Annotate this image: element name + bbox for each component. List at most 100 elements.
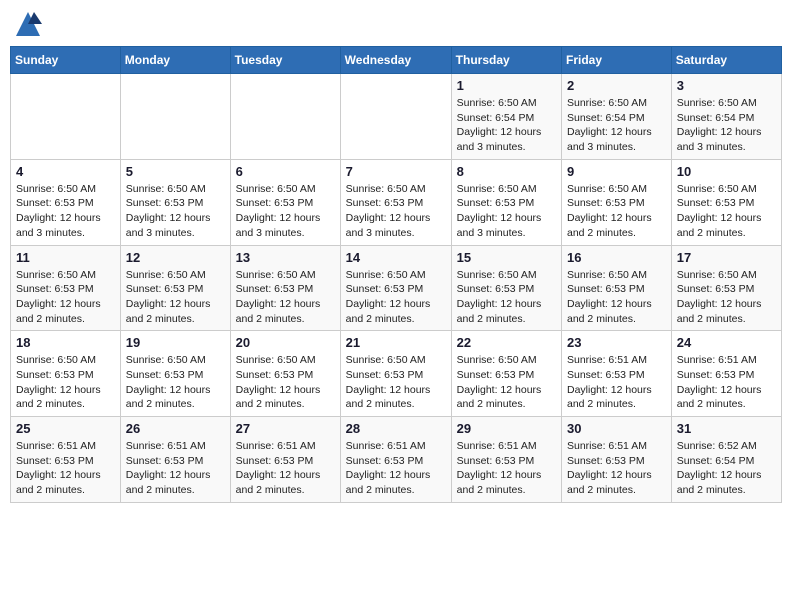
- calendar-cell: 7 Sunrise: 6:50 AM Sunset: 6:53 PM Daylig…: [340, 159, 451, 245]
- day-info: Sunrise: 6:50 AM Sunset: 6:53 PM Dayligh…: [346, 353, 446, 412]
- calendar-cell: 30 Sunrise: 6:51 AM Sunset: 6:53 PM Dayli…: [562, 417, 672, 503]
- day-of-week-header: Monday: [120, 47, 230, 74]
- calendar-cell: 19Sunrise: 6:50 AM Sunset: 6:53 PM Dayli…: [120, 331, 230, 417]
- day-number: 11: [16, 250, 115, 265]
- day-info: Sunrise: 6:50 AM Sunset: 6:53 PM Dayligh…: [126, 182, 225, 241]
- calendar-cell: 12 Sunrise: 6:50 AM Sunset: 6:53 PM Dayli…: [120, 245, 230, 331]
- day-number: 9: [567, 164, 666, 179]
- calendar-cell: 17 Sunrise: 6:50 AM Sunset: 6:53 PM Dayli…: [671, 245, 781, 331]
- calendar-cell: 1 Sunrise: 6:50 AM Sunset: 6:54 PM Daylig…: [451, 74, 561, 160]
- calendar-header-row: SundayMondayTuesdayWednesdayThursdayFrid…: [11, 47, 782, 74]
- day-number: 3: [677, 78, 776, 93]
- day-number: 31: [677, 421, 776, 436]
- day-number: 18: [16, 335, 115, 350]
- day-info: Sunrise: 6:50 AM Sunset: 6:53 PM Dayligh…: [236, 268, 335, 327]
- day-of-week-header: Thursday: [451, 47, 561, 74]
- day-info: Sunrise: 6:50 AM Sunset: 6:54 PM Dayligh…: [567, 96, 666, 155]
- day-number: 8: [457, 164, 556, 179]
- calendar-cell: 16Sunrise: 6:50 AM Sunset: 6:53 PM Dayli…: [562, 245, 672, 331]
- day-info: Sunrise: 6:50 AM Sunset: 6:54 PM Dayligh…: [677, 96, 776, 155]
- day-number: 30: [567, 421, 666, 436]
- day-info: Sunrise: 6:50 AM Sunset: 6:53 PM Dayligh…: [16, 182, 115, 241]
- calendar-week-row: 4 Sunrise: 6:50 AM Sunset: 6:53 PM Daylig…: [11, 159, 782, 245]
- day-info: Sunrise: 6:51 AM Sunset: 6:53 PM Dayligh…: [567, 439, 666, 498]
- calendar-cell: 14Sunrise: 6:50 AM Sunset: 6:53 PM Dayli…: [340, 245, 451, 331]
- calendar-cell: 25 Sunrise: 6:51 AM Sunset: 6:53 PM Dayli…: [11, 417, 121, 503]
- calendar-cell: 2 Sunrise: 6:50 AM Sunset: 6:54 PM Daylig…: [562, 74, 672, 160]
- day-info: Sunrise: 6:50 AM Sunset: 6:53 PM Dayligh…: [457, 353, 556, 412]
- day-of-week-header: Sunday: [11, 47, 121, 74]
- calendar-cell: 23Sunrise: 6:51 AM Sunset: 6:53 PM Dayli…: [562, 331, 672, 417]
- day-info: Sunrise: 6:50 AM Sunset: 6:53 PM Dayligh…: [677, 268, 776, 327]
- day-number: 10: [677, 164, 776, 179]
- day-info: Sunrise: 6:50 AM Sunset: 6:53 PM Dayligh…: [16, 268, 115, 327]
- logo: [14, 10, 46, 38]
- calendar-week-row: 25 Sunrise: 6:51 AM Sunset: 6:53 PM Dayli…: [11, 417, 782, 503]
- day-number: 1: [457, 78, 556, 93]
- day-info: Sunrise: 6:51 AM Sunset: 6:53 PM Dayligh…: [457, 439, 556, 498]
- day-info: Sunrise: 6:51 AM Sunset: 6:53 PM Dayligh…: [677, 353, 776, 412]
- calendar-week-row: 18 Sunrise: 6:50 AM Sunset: 6:53 PM Dayli…: [11, 331, 782, 417]
- day-number: 20: [236, 335, 335, 350]
- day-number: 16: [567, 250, 666, 265]
- day-info: Sunrise: 6:50 AM Sunset: 6:54 PM Dayligh…: [457, 96, 556, 155]
- day-info: Sunrise: 6:51 AM Sunset: 6:53 PM Dayligh…: [16, 439, 115, 498]
- calendar-cell: 21 Sunrise: 6:50 AM Sunset: 6:53 PM Dayli…: [340, 331, 451, 417]
- day-number: 28: [346, 421, 446, 436]
- day-info: Sunrise: 6:50 AM Sunset: 6:53 PM Dayligh…: [236, 353, 335, 412]
- day-number: 27: [236, 421, 335, 436]
- calendar-cell: 15 Sunrise: 6:50 AM Sunset: 6:53 PM Dayli…: [451, 245, 561, 331]
- day-number: 4: [16, 164, 115, 179]
- day-info: Sunrise: 6:51 AM Sunset: 6:53 PM Dayligh…: [567, 353, 666, 412]
- day-number: 12: [126, 250, 225, 265]
- day-info: Sunrise: 6:50 AM Sunset: 6:53 PM Dayligh…: [346, 268, 446, 327]
- day-info: Sunrise: 6:51 AM Sunset: 6:53 PM Dayligh…: [346, 439, 446, 498]
- day-info: Sunrise: 6:50 AM Sunset: 6:53 PM Dayligh…: [16, 353, 115, 412]
- day-of-week-header: Saturday: [671, 47, 781, 74]
- day-number: 6: [236, 164, 335, 179]
- calendar-cell: 6 Sunrise: 6:50 AM Sunset: 6:53 PM Daylig…: [230, 159, 340, 245]
- day-number: 19: [126, 335, 225, 350]
- calendar-cell: [120, 74, 230, 160]
- day-number: 7: [346, 164, 446, 179]
- day-number: 21: [346, 335, 446, 350]
- day-number: 13: [236, 250, 335, 265]
- day-info: Sunrise: 6:50 AM Sunset: 6:53 PM Dayligh…: [567, 182, 666, 241]
- day-info: Sunrise: 6:50 AM Sunset: 6:53 PM Dayligh…: [677, 182, 776, 241]
- calendar-cell: 26 Sunrise: 6:51 AM Sunset: 6:53 PM Dayli…: [120, 417, 230, 503]
- calendar-cell: 20 Sunrise: 6:50 AM Sunset: 6:53 PM Dayli…: [230, 331, 340, 417]
- calendar-week-row: 1 Sunrise: 6:50 AM Sunset: 6:54 PM Daylig…: [11, 74, 782, 160]
- day-of-week-header: Wednesday: [340, 47, 451, 74]
- day-number: 15: [457, 250, 556, 265]
- day-number: 29: [457, 421, 556, 436]
- calendar-cell: 13 Sunrise: 6:50 AM Sunset: 6:53 PM Dayli…: [230, 245, 340, 331]
- day-of-week-header: Tuesday: [230, 47, 340, 74]
- calendar-cell: 27 Sunrise: 6:51 AM Sunset: 6:53 PM Dayli…: [230, 417, 340, 503]
- calendar-cell: 10 Sunrise: 6:50 AM Sunset: 6:53 PM Dayli…: [671, 159, 781, 245]
- day-info: Sunrise: 6:51 AM Sunset: 6:53 PM Dayligh…: [126, 439, 225, 498]
- day-number: 22: [457, 335, 556, 350]
- header: [10, 10, 782, 38]
- calendar-cell: 8Sunrise: 6:50 AM Sunset: 6:53 PM Daylig…: [451, 159, 561, 245]
- calendar-cell: [11, 74, 121, 160]
- day-info: Sunrise: 6:51 AM Sunset: 6:53 PM Dayligh…: [236, 439, 335, 498]
- calendar-table: SundayMondayTuesdayWednesdayThursdayFrid…: [10, 46, 782, 503]
- calendar-cell: [230, 74, 340, 160]
- generalblue-icon: [14, 10, 42, 38]
- day-number: 5: [126, 164, 225, 179]
- day-info: Sunrise: 6:50 AM Sunset: 6:53 PM Dayligh…: [457, 268, 556, 327]
- calendar-cell: 5 Sunrise: 6:50 AM Sunset: 6:53 PM Daylig…: [120, 159, 230, 245]
- day-info: Sunrise: 6:50 AM Sunset: 6:53 PM Dayligh…: [346, 182, 446, 241]
- day-info: Sunrise: 6:50 AM Sunset: 6:53 PM Dayligh…: [126, 268, 225, 327]
- calendar-cell: 11 Sunrise: 6:50 AM Sunset: 6:53 PM Dayli…: [11, 245, 121, 331]
- day-info: Sunrise: 6:50 AM Sunset: 6:53 PM Dayligh…: [236, 182, 335, 241]
- day-number: 26: [126, 421, 225, 436]
- calendar-cell: 29 Sunrise: 6:51 AM Sunset: 6:53 PM Dayli…: [451, 417, 561, 503]
- calendar-cell: 24Sunrise: 6:51 AM Sunset: 6:53 PM Dayli…: [671, 331, 781, 417]
- calendar-cell: 22 Sunrise: 6:50 AM Sunset: 6:53 PM Dayli…: [451, 331, 561, 417]
- day-number: 2: [567, 78, 666, 93]
- day-of-week-header: Friday: [562, 47, 672, 74]
- day-number: 17: [677, 250, 776, 265]
- calendar-cell: [340, 74, 451, 160]
- day-number: 25: [16, 421, 115, 436]
